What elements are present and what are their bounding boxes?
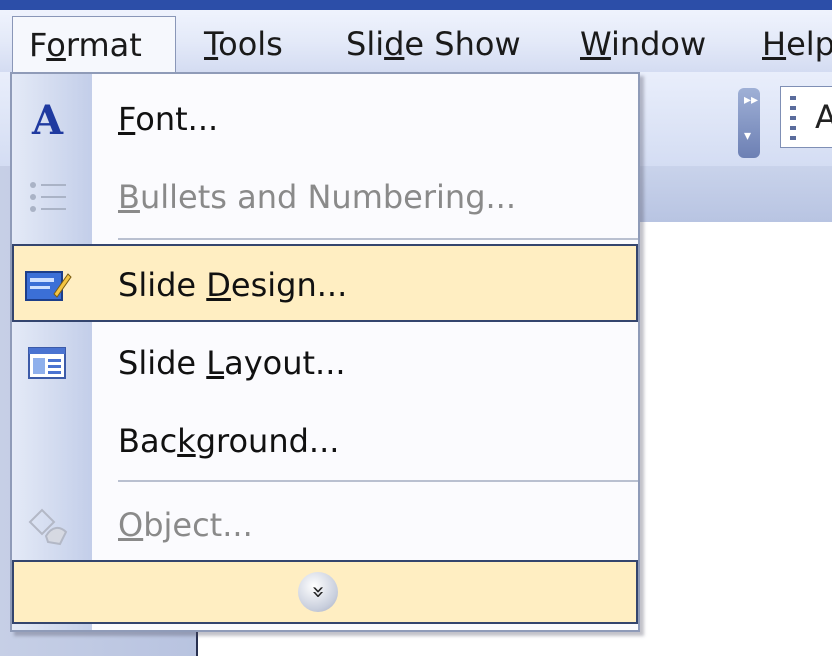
menu-window[interactable]: Window bbox=[566, 16, 720, 72]
menu-item-label: Slide Layout... bbox=[118, 344, 346, 382]
menu-slide-show[interactable]: Slide Show bbox=[332, 16, 535, 72]
font-a-icon: A bbox=[26, 97, 70, 144]
menu-item-label: Object... bbox=[118, 506, 253, 544]
menu-tools[interactable]: Tools bbox=[190, 16, 297, 72]
toolbar-strip bbox=[640, 166, 832, 224]
menu-item-slide-layout[interactable]: Slide Layout... bbox=[12, 324, 638, 402]
menu-item-label: Slide Design... bbox=[118, 266, 348, 304]
font-combo-value: A bbox=[815, 98, 832, 136]
menu-item-label: Font... bbox=[118, 100, 219, 138]
menu-item-font[interactable]: A Font... bbox=[12, 80, 638, 158]
menu-item-object[interactable]: Object... bbox=[12, 486, 638, 564]
expand-chevron-icon[interactable]: » bbox=[298, 572, 338, 612]
menu-item-background[interactable]: Background... bbox=[12, 402, 638, 480]
menu-item-label: Bullets and Numbering... bbox=[118, 178, 517, 216]
menu-separator bbox=[118, 238, 638, 240]
font-combo[interactable]: A bbox=[780, 86, 832, 148]
menu-format[interactable]: Format bbox=[12, 16, 176, 73]
slide-design-icon bbox=[24, 264, 72, 308]
menu-item-bullets-numbering[interactable]: Bullets and Numbering... bbox=[12, 158, 638, 236]
menu-item-label: Background... bbox=[118, 422, 340, 460]
bullets-icon bbox=[26, 176, 70, 220]
menu-expand-row[interactable]: » bbox=[12, 560, 638, 624]
object-icon bbox=[26, 504, 70, 548]
toolbar-options-button[interactable]: ▸▸ ▾ bbox=[738, 88, 760, 158]
slide-layout-icon bbox=[26, 342, 70, 386]
svg-text:A: A bbox=[31, 98, 64, 142]
menu-item-slide-design[interactable]: Slide Design... bbox=[12, 244, 638, 322]
toolbar-grip-dots[interactable] bbox=[790, 96, 796, 140]
menu-separator bbox=[118, 480, 638, 482]
format-menu-dropdown: A Font... Bullets and Numbering... Slide… bbox=[10, 72, 640, 632]
menu-help[interactable]: Help bbox=[748, 16, 832, 72]
